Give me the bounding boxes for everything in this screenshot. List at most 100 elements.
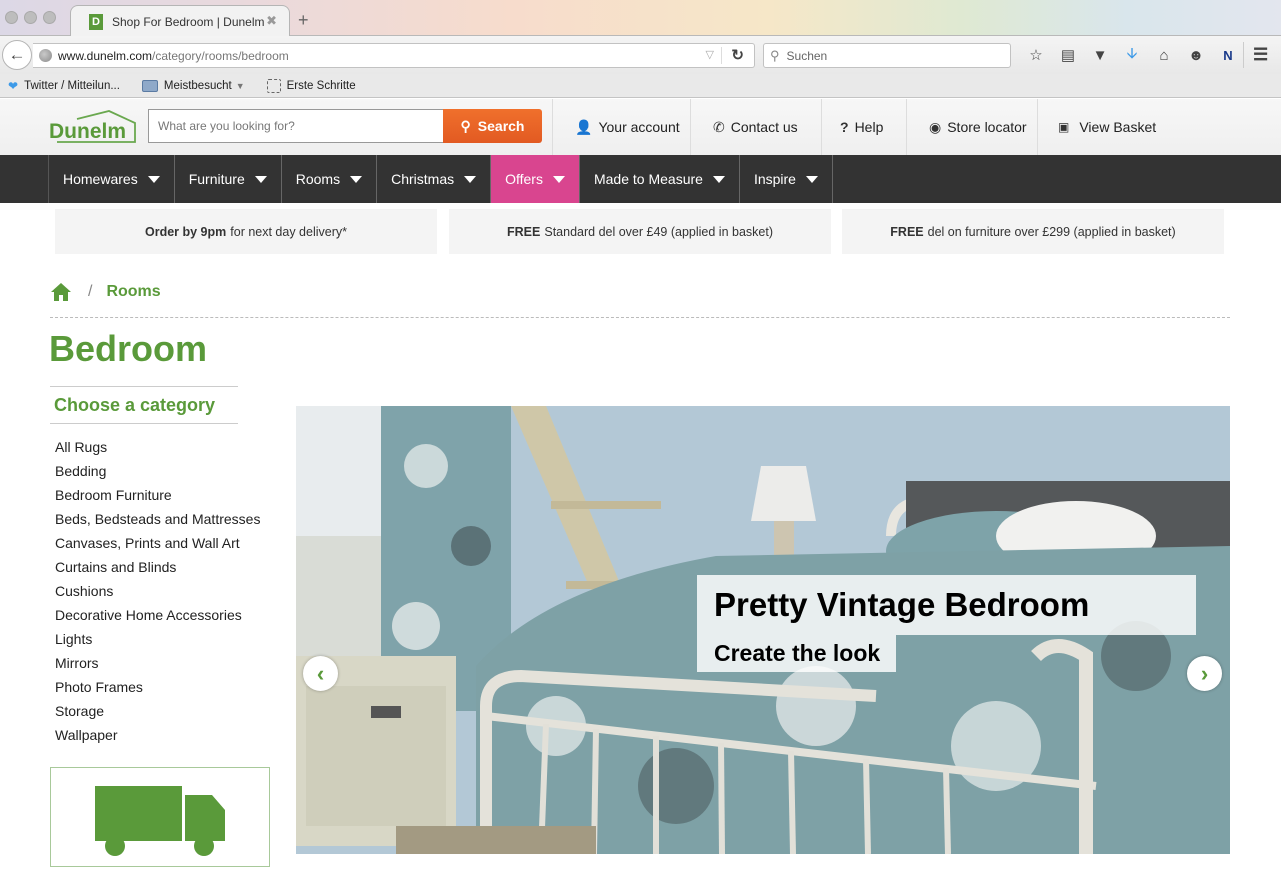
nav-label: Made to Measure [593, 171, 703, 187]
help-icon: ? [840, 119, 849, 135]
window-close-button[interactable] [5, 11, 18, 24]
contact-us-link[interactable]: ✆ Contact us [690, 99, 821, 155]
back-button[interactable]: ← [2, 40, 32, 70]
arrow-left-icon: ← [8, 45, 26, 64]
download-icon[interactable]: 🡫 [1116, 43, 1148, 68]
nav-label: Furniture [188, 171, 245, 187]
category-link[interactable]: Bedroom Furniture [55, 484, 260, 508]
caret-down-icon [147, 175, 160, 183]
url-path: /category/rooms/bedroom [152, 48, 289, 63]
bookmark-erste-schritte[interactable]: Erste Schritte [266, 78, 356, 93]
window-minimize-button[interactable] [24, 11, 37, 24]
category-link[interactable]: Bedding [55, 460, 260, 484]
delivery-banner-furniture[interactable]: FREE del on furniture over £299 (applied … [842, 209, 1224, 254]
reload-icon[interactable]: ↻ [731, 46, 744, 64]
new-tab-button[interactable]: + [298, 11, 309, 29]
category-link[interactable]: Lights [55, 628, 260, 652]
category-heading: Choose a category [50, 386, 238, 424]
breadcrumb-rooms-link[interactable]: Rooms [106, 283, 160, 301]
help-label: Help [854, 119, 884, 135]
caret-down-icon [552, 175, 565, 183]
view-basket-link[interactable]: ▣ View Basket [1037, 99, 1187, 155]
category-link[interactable]: Curtains and Blinds [55, 556, 260, 580]
category-link[interactable]: All Rugs [55, 436, 260, 460]
tab-close-icon[interactable]: ✖ [266, 13, 277, 29]
category-link[interactable]: Storage [55, 700, 260, 724]
browser-search-input[interactable] [786, 48, 987, 63]
nav-item-christmas[interactable]: Christmas [377, 155, 492, 203]
store-locator-label: Store locator [947, 119, 1027, 135]
reading-list-icon[interactable]: ▤ [1052, 46, 1084, 64]
browser-tab[interactable]: D Shop For Bedroom | Dunelm ✖ [70, 5, 290, 37]
category-link[interactable]: Decorative Home Accessories [55, 604, 260, 628]
delivery-bold: FREE [507, 224, 541, 239]
logo-text: Dunelm [49, 120, 126, 143]
nav-label: Rooms [295, 171, 341, 187]
caret-down-icon [350, 175, 363, 183]
category-link[interactable]: Photo Frames [55, 676, 260, 700]
nav-label: Inspire [753, 171, 796, 187]
browser-titlebar: D Shop For Bedroom | Dunelm ✖ + [0, 0, 1281, 37]
user-icon: 👤 [575, 118, 593, 135]
home-icon[interactable] [50, 282, 72, 302]
category-link[interactable]: Canvases, Prints and Wall Art [55, 532, 260, 556]
nav-item-made-to-measure[interactable]: Made to Measure [580, 155, 740, 203]
category-link[interactable]: Beds, Bedsteads and Mattresses [55, 508, 260, 532]
chevron-right-icon: › [1200, 660, 1209, 686]
site-search-input[interactable] [148, 109, 443, 143]
pocket-icon[interactable]: ▼ [1084, 47, 1116, 64]
delivery-bold: Order by 9pm [144, 224, 227, 239]
delivery-banner-next-day[interactable]: Order by 9pm for next day delivery* [55, 209, 437, 254]
window-zoom-button[interactable] [43, 11, 56, 24]
nav-item-offers[interactable]: Offers [491, 155, 580, 203]
chevron-down-icon: ▼ [235, 80, 245, 91]
delivery-promo-box[interactable] [50, 767, 270, 867]
dunelm-logo[interactable]: Dunelm [47, 109, 137, 145]
delivery-text: for next day delivery* [230, 224, 347, 239]
nav-label: Offers [505, 171, 543, 187]
your-account-link[interactable]: 👤 Your account [552, 99, 690, 155]
category-link[interactable]: Wallpaper [55, 724, 260, 748]
carousel-prev-button[interactable]: ‹ [303, 656, 338, 691]
category-link[interactable]: Mirrors [55, 652, 260, 676]
star-icon[interactable]: ☆ [1020, 46, 1052, 64]
basket-icon: ▣ [1058, 120, 1070, 134]
nav-item-rooms[interactable]: Rooms [282, 155, 378, 203]
carousel-next-button[interactable]: › [1187, 656, 1222, 691]
caret-down-icon [805, 175, 818, 183]
breadcrumb: / Rooms [50, 282, 161, 302]
home-icon[interactable]: ⌂ [1148, 47, 1180, 64]
hero-carousel[interactable]: Pretty Vintage Bedroom Create the look ‹… [296, 406, 1230, 854]
bookmark-meistbesucht[interactable]: Meistbesucht ▼ [141, 79, 245, 92]
search-button[interactable]: ⚲ Search [443, 109, 542, 143]
dashed-page-icon [266, 78, 281, 93]
note-add-icon[interactable]: N [1212, 48, 1244, 63]
browser-navbar: ← www.dunelm.com/category/rooms/bedroom … [0, 36, 1281, 74]
nav-label: Homewares [63, 171, 138, 187]
map-pin-icon: ◉ [929, 118, 942, 135]
hero-title[interactable]: Pretty Vintage Bedroom [697, 575, 1196, 635]
nav-item-inspire[interactable]: Inspire [740, 155, 833, 203]
view-basket-label: View Basket [1079, 119, 1157, 135]
twitter-icon: ❤ [8, 78, 19, 93]
browser-search-bar[interactable]: ⚲ [763, 43, 1011, 68]
url-history-dropdown-icon[interactable]: ▽ [706, 48, 714, 61]
hero-cta[interactable]: Create the look [697, 635, 896, 672]
menu-icon[interactable]: ☰ [1253, 45, 1268, 65]
caret-down-icon [464, 175, 477, 183]
bookmark-twitter[interactable]: ❤ Twitter / Mitteilun... [8, 79, 120, 93]
help-link[interactable]: ? Help [821, 99, 906, 155]
delivery-banner-standard[interactable]: FREE Standard del over £49 (applied in ba… [449, 209, 831, 254]
nav-item-furniture[interactable]: Furniture [175, 155, 282, 203]
search-icon: ⚲ [460, 117, 471, 134]
globe-icon [39, 49, 52, 62]
nav-item-homewares[interactable]: Homewares [49, 155, 175, 203]
bookmark-label: Twitter / Mitteilun... [24, 79, 120, 92]
bookmark-label: Meistbesucht [163, 79, 232, 92]
bookmarks-bar: ❤ Twitter / Mitteilun... Meistbesucht ▼ … [0, 74, 1281, 98]
category-link[interactable]: Cushions [55, 580, 260, 604]
store-locator-link[interactable]: ◉ Store locator [906, 99, 1037, 155]
chat-icon[interactable]: ☻ [1180, 47, 1212, 64]
url-bar[interactable]: www.dunelm.com/category/rooms/bedroom ▽ … [33, 43, 755, 68]
dunelm-favicon-icon: D [89, 13, 103, 30]
